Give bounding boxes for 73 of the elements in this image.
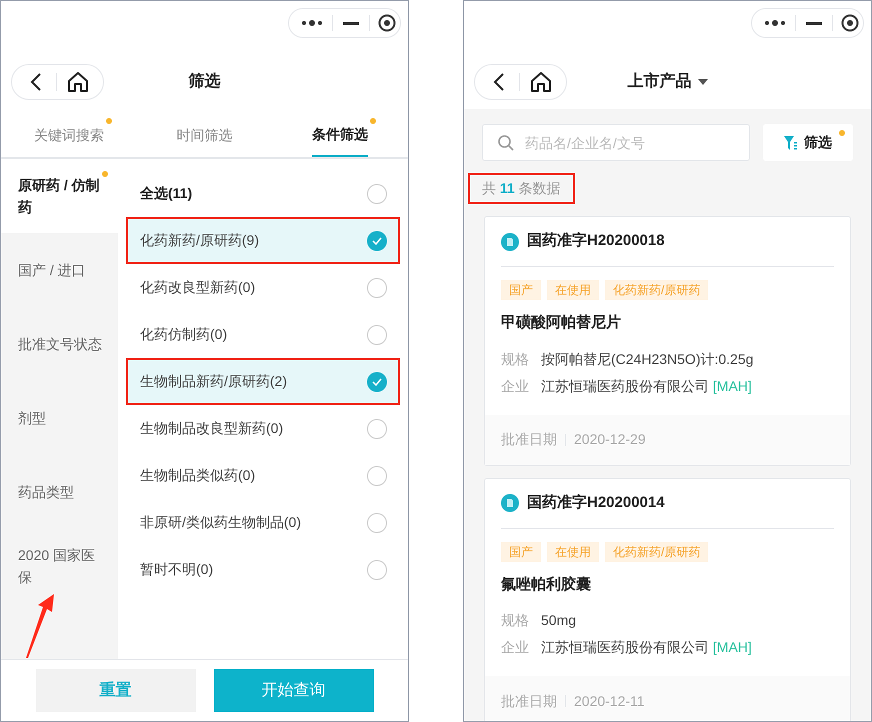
filter-option[interactable]: 生物制品类似药(0) (126, 452, 400, 499)
spec-label: 规格 (501, 611, 529, 630)
more-icon (764, 20, 786, 26)
checkmark-icon[interactable] (367, 372, 387, 392)
minimize-icon (343, 22, 359, 24)
home-icon[interactable] (67, 71, 89, 93)
page-title: 筛选 (188, 72, 220, 92)
filter-option[interactable]: 化药仿制药(0) (126, 311, 400, 358)
filter-option[interactable]: 化药新药/原研药(9) (126, 217, 400, 264)
more-icon (301, 20, 323, 26)
product-card[interactable]: 国药准字H20200014 国产 在使用 化药新药/原研药 氟唑帕利胶囊 规格 50mg 企业 江苏恒瑞医药股份有限公司 [MAH] 批准日期 2020-12-11 (484, 478, 851, 721)
tab[interactable]: 时间筛选 (176, 114, 232, 157)
tab[interactable]: 条件筛选 (312, 114, 368, 157)
tag: 在使用 (547, 280, 599, 300)
spec-label: 规格 (501, 350, 529, 368)
filter-option[interactable]: 暂时不明(0) (126, 546, 400, 593)
filter-option[interactable]: 生物制品改良型新药(0) (126, 405, 400, 452)
company-name: 江苏恒瑞医药股份有限公司 [MAH] (541, 638, 752, 657)
sidebar-item[interactable]: 国产 / 进口 (1, 233, 118, 307)
page-title[interactable]: 上市产品 (628, 70, 708, 94)
capsule-menu[interactable] (751, 8, 864, 38)
approval-date: 2020-12-11 (574, 692, 645, 710)
date-label: 批准日期 (501, 430, 557, 449)
tab[interactable]: 关键词搜索 (34, 114, 104, 157)
search-field[interactable]: 药品名/企业名/文号 (482, 124, 750, 161)
radio-circle-icon[interactable] (367, 560, 387, 580)
capsule-menu[interactable] (288, 8, 401, 38)
radio-circle-icon[interactable] (367, 324, 387, 344)
sidebar-item[interactable]: 剂型 (1, 381, 118, 455)
filter-button[interactable]: 筛选 (763, 124, 853, 161)
spec-value: 50mg (541, 611, 576, 630)
spec-value: 按阿帕替尼(C24H23N5O)计:0.25g (541, 350, 754, 369)
dropdown-caret-icon (698, 79, 708, 85)
radio-circle-icon[interactable] (367, 466, 387, 486)
company-label: 企业 (501, 638, 529, 657)
approval-number: 国药准字H20200018 (527, 231, 665, 252)
company-name: 江苏恒瑞医药股份有限公司 [MAH] (541, 376, 752, 396)
home-icon[interactable] (530, 71, 552, 93)
tag: 国产 (501, 542, 541, 562)
checkmark-icon[interactable] (367, 230, 387, 250)
search-icon (498, 135, 514, 151)
sidebar-item[interactable]: 原研药 / 仿制药 (1, 159, 118, 233)
filter-option[interactable]: 非原研/类似药生物制品(0) (126, 499, 400, 546)
radio-circle-icon[interactable] (367, 278, 387, 298)
filter-option[interactable]: 生物制品新药/原研药(2) (126, 358, 400, 405)
radio-circle-icon[interactable] (367, 512, 387, 532)
minimize-icon (806, 22, 822, 24)
drug-name: 甲磺酸阿帕替尼片 (501, 313, 622, 333)
close-icon (378, 14, 396, 32)
product-card[interactable]: 国药准字H20200018 国产 在使用 化药新药/原研药 甲磺酸阿帕替尼片 规格 按阿帕替尼(C24H23N5O)计:0.25g 企业 江苏恒瑞医药股份有限公司 [MAH] 批准日期 2020-12-29 (484, 216, 851, 466)
filter-icon (784, 136, 798, 150)
sidebar-item[interactable]: 药品类型 (1, 455, 118, 529)
drug-name: 氟唑帕利胶囊 (501, 574, 592, 594)
sidebar-item[interactable]: 2020 国家医保 (1, 529, 118, 603)
back-icon[interactable] (493, 72, 505, 92)
radio-circle-icon[interactable] (367, 184, 387, 204)
date-label: 批准日期 (501, 692, 557, 710)
tag: 化药新药/原研药 (605, 280, 708, 300)
close-icon (841, 14, 859, 32)
radio-circle-icon[interactable] (367, 418, 387, 438)
tag: 在使用 (547, 542, 599, 562)
filter-option[interactable]: 全选(11) (126, 170, 400, 217)
approval-number: 国药准字H20200014 (527, 492, 665, 513)
company-label: 企业 (501, 376, 529, 396)
tag: 国产 (501, 280, 541, 300)
tag: 化药新药/原研药 (605, 542, 708, 562)
back-icon[interactable] (30, 72, 42, 92)
sidebar-item[interactable]: 批准文号状态 (1, 307, 118, 381)
document-icon (501, 494, 519, 512)
approval-date: 2020-12-29 (574, 430, 646, 449)
filter-option[interactable]: 化药改良型新药(0) (126, 264, 400, 311)
document-icon (501, 232, 519, 250)
result-count: 共 11 条数据 (468, 173, 575, 204)
